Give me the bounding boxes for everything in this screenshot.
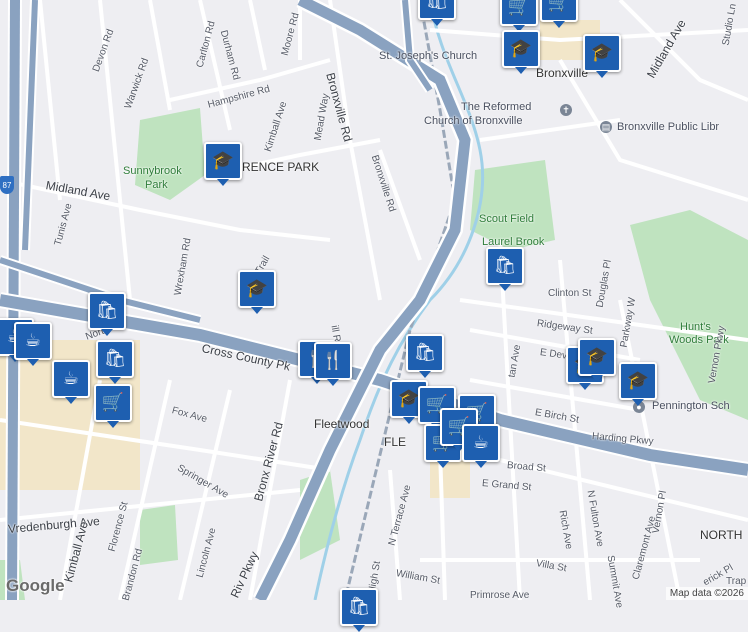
marker-shopping[interactable]: 🛒 — [94, 384, 132, 428]
marker-school[interactable]: 🎓 — [204, 142, 242, 186]
marker-shopping[interactable]: 🛍 — [418, 0, 456, 26]
map-attribution[interactable]: Map data ©2026 — [665, 587, 748, 600]
marker-shopping[interactable]: 🛍 — [88, 292, 126, 336]
shopping-bag-icon: 🛍 — [103, 348, 127, 369]
graduation-cap-icon: 🎓 — [397, 388, 421, 409]
park-label: Hunt's — [680, 321, 711, 333]
marker-shopping[interactable]: 🛒 — [500, 0, 538, 32]
marker-school[interactable]: 🎓 — [502, 30, 540, 74]
place-label-bronxville: Bronxville — [536, 66, 589, 80]
place-label-north: NORTH — [700, 528, 743, 542]
place-label-fleetwood-area: FLE — [384, 435, 407, 449]
marker-school[interactable]: 🎓 — [238, 270, 276, 314]
cart-icon: 🛒 — [101, 392, 125, 413]
graduation-cap-icon: 🎓 — [590, 42, 614, 63]
marker-shopping[interactable]: 🛍 — [486, 247, 524, 291]
marker-shopping[interactable]: 🛍 — [96, 340, 134, 384]
coffee-cup-icon: ☕ — [472, 432, 490, 453]
park-label: Park — [145, 179, 168, 191]
graduation-cap-icon: 🎓 — [585, 346, 609, 367]
poi-label: Bronxville Public Libr — [617, 121, 720, 133]
shopping-bag-icon: 🛍 — [347, 596, 371, 617]
graduation-cap-icon: 🎓 — [245, 278, 269, 299]
interstate-shield: 87 — [0, 176, 14, 194]
street-label: Clinton St — [548, 288, 592, 299]
street-label: Trap — [726, 576, 747, 587]
marker-restaurant[interactable]: 🍴 — [314, 342, 352, 386]
shopping-bag-icon: 🛍 — [493, 255, 517, 276]
shopping-bag-icon: 🛍 — [95, 300, 119, 321]
poi-label: Church of Bronxville — [424, 115, 523, 127]
poi-label: The Reformed — [461, 101, 532, 113]
coffee-cup-icon: ☕ — [24, 330, 42, 351]
park-label: Sunnybrook — [123, 165, 182, 177]
poi-label: Pennington Sch — [652, 400, 730, 412]
marker-shopping[interactable]: 🛍 — [406, 334, 444, 378]
marker-school[interactable]: 🎓 — [583, 34, 621, 78]
park-south — [140, 505, 178, 565]
place-label-lawrence-park: RENCE PARK — [242, 160, 320, 174]
shopping-bag-icon: 🛍 — [425, 0, 449, 11]
place-label-fleetwood: Fleetwood — [314, 417, 370, 431]
cart-icon: 🛒 — [547, 0, 571, 13]
marker-cafe[interactable]: ☕ — [52, 360, 90, 404]
map-canvas[interactable]: Bronxville RENCE PARK Fleetwood FLE NORT… — [0, 0, 748, 632]
commercial-area — [430, 460, 470, 498]
marker-shopping[interactable]: 🛍 — [340, 588, 378, 632]
marker-cafe[interactable]: ☕ — [14, 322, 52, 366]
coffee-cup-icon: ☕ — [62, 368, 80, 389]
fork-knife-icon: 🍴 — [321, 350, 345, 371]
poi-label: St. Joseph's Church — [379, 50, 478, 62]
church-icon: ✝ — [560, 104, 572, 116]
marker-cafe[interactable]: ☕ — [462, 424, 500, 468]
marker-school[interactable]: 🎓 — [619, 362, 657, 406]
graduation-cap-icon: 🎓 — [626, 370, 650, 391]
park-label: Scout Field — [479, 213, 535, 225]
street-label: Primrose Ave — [470, 590, 530, 601]
library-icon: ▤ — [600, 121, 612, 133]
marker-school[interactable]: 🎓 — [578, 338, 616, 382]
cart-icon: 🛒 — [507, 0, 531, 17]
graduation-cap-icon: 🎓 — [211, 150, 235, 171]
graduation-cap-icon: 🎓 — [509, 38, 533, 59]
google-logo[interactable]: Google — [6, 576, 65, 596]
marker-shopping[interactable]: 🛒 — [540, 0, 578, 28]
shopping-bag-icon: 🛍 — [413, 342, 437, 363]
